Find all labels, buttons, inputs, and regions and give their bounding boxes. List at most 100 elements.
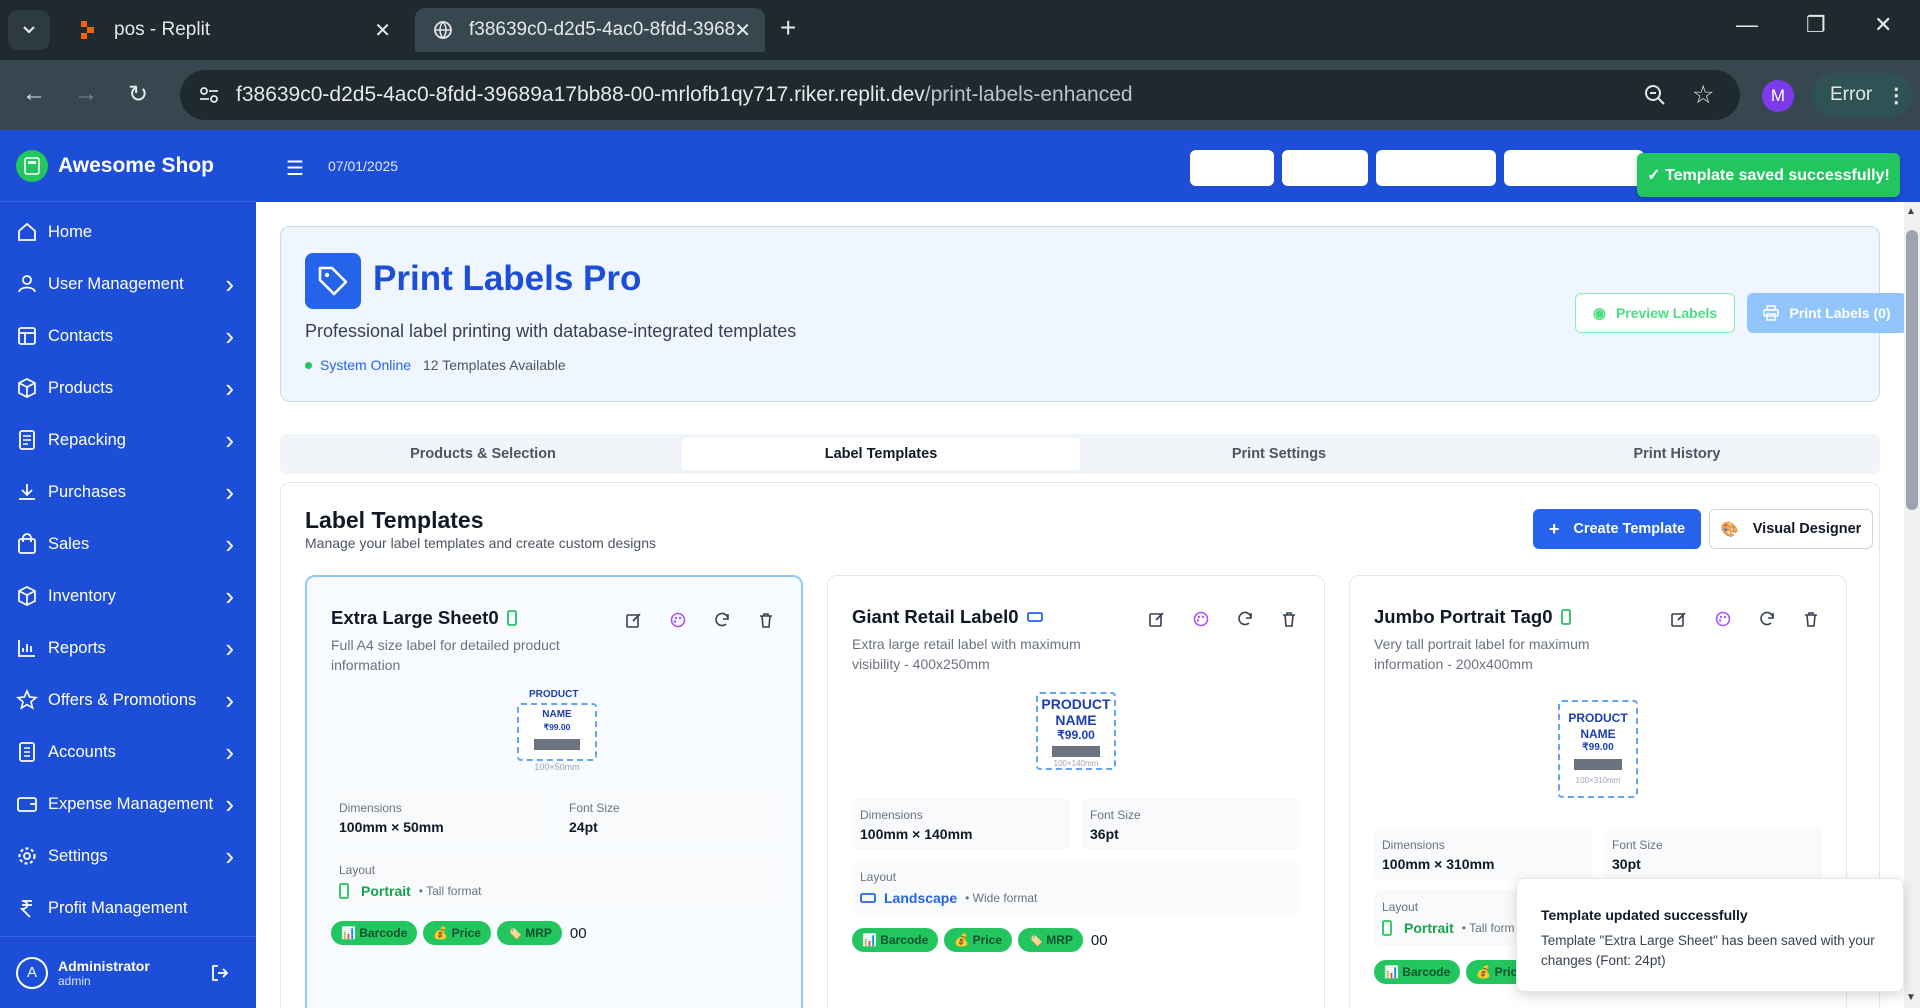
- topbar-button-4[interactable]: [1504, 150, 1644, 186]
- visual-designer-button[interactable]: 🎨 Visual Designer: [1709, 509, 1873, 549]
- font-size-box: Font Size 24pt: [561, 791, 779, 843]
- template-card[interactable]: Giant Retail Label0 Extra large retail l…: [827, 575, 1325, 1008]
- user-profile[interactable]: A Administrator admin: [0, 936, 256, 1008]
- tab-title: pos - Replit: [114, 19, 211, 40]
- zoom-icon[interactable]: [1642, 82, 1668, 108]
- site-settings-icon[interactable]: [198, 84, 220, 106]
- chevron-down-icon: [23, 26, 35, 34]
- barcode-badge: 📊 Barcode: [852, 928, 939, 952]
- current-date: 07/01/2025: [328, 158, 399, 174]
- chevron-right-icon: ›: [225, 320, 234, 351]
- scroll-down-icon[interactable]: ▼: [1906, 992, 1916, 1003]
- create-template-button[interactable]: + Create Template: [1533, 509, 1701, 549]
- sidebar-item-reports[interactable]: Reports ›: [0, 622, 256, 674]
- template-name: Extra Large Sheet0: [331, 607, 517, 629]
- sidebar-item-sales[interactable]: Sales ›: [0, 518, 256, 570]
- layout-label: Layout: [1382, 900, 1419, 914]
- chevron-right-icon: ›: [225, 424, 234, 455]
- palette-icon[interactable]: [667, 609, 689, 631]
- sidebar-item-repacking[interactable]: Repacking ›: [0, 414, 256, 466]
- address-bar[interactable]: f38639c0-d2d5-4ac0-8fdd-39689a17bb88-00-…: [180, 70, 1740, 120]
- sidebar-item-profit-management[interactable]: Profit Management: [0, 882, 256, 934]
- close-tab-icon[interactable]: ✕: [374, 18, 391, 43]
- chevron-right-icon: ›: [225, 268, 234, 299]
- sidebar-item-accounts[interactable]: Accounts ›: [0, 726, 256, 778]
- scroll-up-icon[interactable]: ▲: [1906, 206, 1916, 217]
- preview-labels-button[interactable]: ◉ Preview Labels: [1575, 293, 1735, 333]
- profile-avatar[interactable]: M: [1762, 80, 1794, 112]
- close-window-button[interactable]: ✕: [1874, 12, 1892, 38]
- logout-icon[interactable]: [210, 963, 230, 983]
- topbar-button-2[interactable]: [1282, 150, 1368, 186]
- reload-button[interactable]: ↻: [128, 80, 148, 109]
- browser-tab-strip: pos - Replit ✕ f38639c0-d2d5-4ac0-8fdd-3…: [0, 0, 1920, 60]
- price-badge: 💰 Price: [423, 921, 491, 945]
- forward-button[interactable]: →: [74, 80, 98, 108]
- refresh-icon[interactable]: [1234, 608, 1256, 630]
- sidebar-item-products[interactable]: Products ›: [0, 362, 256, 414]
- edit-icon[interactable]: [1668, 608, 1690, 630]
- sidebar-item-settings[interactable]: Settings ›: [0, 830, 256, 882]
- minimize-button[interactable]: —: [1736, 12, 1758, 38]
- new-tab-button[interactable]: +: [780, 12, 796, 44]
- sidebar-item-label: Home: [48, 222, 93, 241]
- trash-icon[interactable]: [755, 609, 777, 631]
- chevron-right-icon: ›: [225, 736, 234, 767]
- font-size-box: Font Size 30pt: [1604, 828, 1822, 880]
- trash-icon[interactable]: [1278, 608, 1300, 630]
- topbar-button-3[interactable]: [1376, 150, 1496, 186]
- ledger-icon: [16, 741, 38, 763]
- font-size-label: Font Size: [1612, 838, 1663, 852]
- refresh-icon[interactable]: [1756, 608, 1778, 630]
- chevron-right-icon: ›: [225, 528, 234, 559]
- home-icon: [16, 221, 38, 243]
- preview-dimensions: 100×50mm: [534, 762, 580, 772]
- edit-icon[interactable]: [1146, 608, 1168, 630]
- sidebar-item-home[interactable]: Home: [0, 206, 256, 258]
- sidebar-item-offers-promotions[interactable]: Offers & Promotions ›: [0, 674, 256, 726]
- layout-label: Layout: [339, 863, 376, 877]
- sidebar-item-expense-management[interactable]: Expense Management ›: [0, 778, 256, 830]
- topbar-button-1[interactable]: [1190, 150, 1274, 186]
- error-button[interactable]: Error ⋮: [1812, 73, 1912, 117]
- tab-title: f38639c0-d2d5-4ac0-8fdd-3968: [469, 19, 736, 40]
- user-icon: [16, 273, 38, 295]
- menu-icon[interactable]: ☰: [286, 156, 304, 181]
- browser-tab-active[interactable]: f38639c0-d2d5-4ac0-8fdd-3968 ✕: [415, 8, 765, 52]
- refresh-icon[interactable]: [711, 609, 733, 631]
- template-description: Extra large retail label with maximum vi…: [852, 636, 1081, 672]
- trash-icon[interactable]: [1800, 608, 1822, 630]
- tab-print-history[interactable]: Print History: [1478, 438, 1876, 470]
- status-text: System Online: [320, 357, 412, 373]
- layout-note: • Wide format: [965, 891, 1038, 905]
- sidebar-item-inventory[interactable]: Inventory ›: [0, 570, 256, 622]
- print-labels-button[interactable]: Print Labels (0): [1747, 293, 1906, 333]
- tab-label-templates[interactable]: Label Templates: [682, 438, 1080, 470]
- sidebar-item-purchases[interactable]: Purchases ›: [0, 466, 256, 518]
- browser-tab-replit[interactable]: pos - Replit ✕: [60, 8, 405, 52]
- template-card[interactable]: Extra Large Sheet0 Full A4 size label fo…: [305, 575, 803, 1008]
- edit-icon[interactable]: [623, 609, 645, 631]
- palette-icon[interactable]: [1712, 608, 1734, 630]
- palette-icon[interactable]: [1190, 608, 1212, 630]
- tab-products-selection[interactable]: Products & Selection: [284, 438, 682, 470]
- status-dot: [305, 361, 312, 369]
- brand[interactable]: Awesome Shop: [0, 130, 256, 202]
- layout-value: Portrait: [361, 883, 411, 899]
- tab-print-settings[interactable]: Print Settings: [1080, 438, 1478, 470]
- scrollbar-thumb[interactable]: [1906, 230, 1918, 510]
- font-size-value: 24pt: [569, 819, 598, 835]
- create-template-label: Create Template: [1573, 521, 1686, 537]
- close-tab-icon[interactable]: ✕: [734, 18, 751, 43]
- portrait-icon: [506, 610, 517, 626]
- tab-search-dropdown[interactable]: [8, 10, 50, 50]
- panel-title: Label Templates: [305, 507, 484, 533]
- sidebar-item-user-management[interactable]: User Management ›: [0, 258, 256, 310]
- chevron-right-icon: ›: [225, 580, 234, 611]
- bookmark-star-icon[interactable]: ☆: [1692, 80, 1714, 110]
- back-button[interactable]: ←: [22, 80, 46, 108]
- restore-button[interactable]: ❐: [1806, 12, 1826, 38]
- sidebar-item-contacts[interactable]: Contacts ›: [0, 310, 256, 362]
- font-size-value: 30pt: [1612, 856, 1641, 872]
- dimensions-label: Dimensions: [339, 801, 402, 815]
